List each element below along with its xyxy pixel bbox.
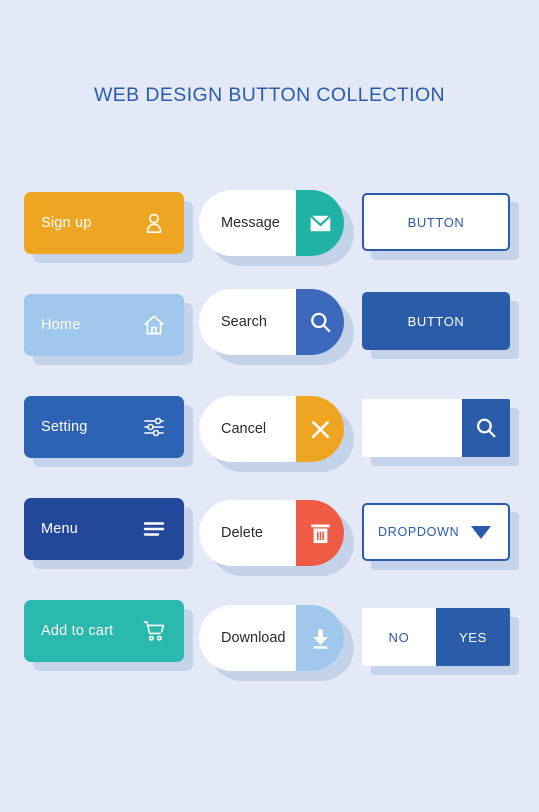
search-button-label: Search: [221, 314, 267, 330]
setting-button[interactable]: Setting: [24, 396, 184, 458]
hamburger-icon: [142, 517, 166, 541]
caret-down-icon: [471, 525, 491, 539]
home-button-label: Home: [41, 317, 81, 333]
search-input[interactable]: [362, 399, 462, 457]
toggle-cell: NO YES: [362, 608, 522, 678]
setting-button-cell: Setting: [24, 396, 194, 468]
envelope-icon: [308, 211, 333, 236]
add-to-cart-button-cell: Add to cart: [24, 600, 194, 672]
menu-button[interactable]: Menu: [24, 498, 184, 560]
signup-button[interactable]: Sign up: [24, 192, 184, 254]
download-button-cell: Download: [199, 605, 359, 683]
message-button-label: Message: [221, 215, 280, 231]
yes-no-toggle: NO YES: [362, 608, 510, 666]
delete-button-cell: Delete: [199, 500, 359, 578]
sliders-icon: [142, 415, 166, 439]
home-icon: [142, 313, 166, 337]
download-arrow-icon: [308, 626, 333, 651]
signup-button-label: Sign up: [41, 215, 92, 231]
search-field-group: [362, 399, 510, 457]
delete-button[interactable]: Delete: [199, 500, 344, 566]
signup-button-cell: Sign up: [24, 192, 194, 264]
filled-button-label: BUTTON: [407, 313, 465, 329]
cancel-button-label: Cancel: [221, 421, 267, 437]
user-icon: [142, 211, 166, 235]
dropdown-label: DROPDOWN: [378, 525, 460, 539]
add-to-cart-button-label: Add to cart: [41, 623, 114, 639]
menu-button-cell: Menu: [24, 498, 194, 570]
dropdown-cell: DROPDOWN: [362, 503, 522, 573]
toggle-option-yes[interactable]: YES: [436, 608, 510, 666]
outline-button-cell: BUTTON: [362, 193, 522, 263]
delete-button-label: Delete: [221, 525, 263, 541]
download-button[interactable]: Download: [199, 605, 344, 671]
download-button-label: Download: [221, 630, 286, 646]
button-collection-grid: Sign up Home Setting Menu Add to cart Me…: [0, 0, 539, 812]
cancel-button[interactable]: Cancel: [199, 396, 344, 462]
message-button[interactable]: Message: [199, 190, 344, 256]
message-button-cell: Message: [199, 190, 359, 268]
trash-icon: [308, 521, 333, 546]
filled-button-cell: BUTTON: [362, 292, 522, 362]
search-button[interactable]: Search: [199, 289, 344, 355]
dropdown-button[interactable]: DROPDOWN: [362, 503, 510, 561]
toggle-option-no[interactable]: NO: [362, 608, 436, 666]
cart-icon: [142, 619, 166, 643]
setting-button-label: Setting: [41, 419, 88, 435]
search-field-cell: [362, 399, 522, 469]
filled-button[interactable]: BUTTON: [362, 292, 510, 350]
home-button[interactable]: Home: [24, 294, 184, 356]
cancel-button-cell: Cancel: [199, 396, 359, 474]
outline-button-label: BUTTON: [407, 214, 465, 230]
search-button-cell: Search: [199, 289, 359, 367]
home-button-cell: Home: [24, 294, 194, 366]
add-to-cart-button[interactable]: Add to cart: [24, 600, 184, 662]
outline-button[interactable]: BUTTON: [362, 193, 510, 251]
search-submit-button[interactable]: [462, 399, 510, 457]
magnifier-icon: [474, 416, 498, 440]
magnifier-icon: [308, 310, 333, 335]
menu-button-label: Menu: [41, 521, 79, 537]
close-x-icon: [308, 417, 333, 442]
